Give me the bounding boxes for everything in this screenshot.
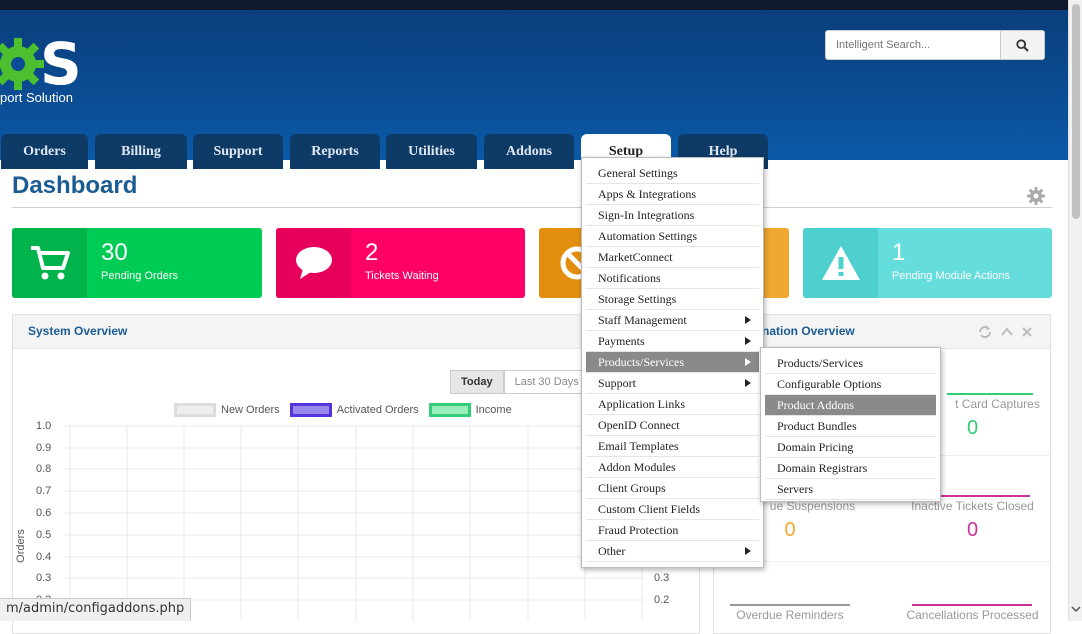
panel-controls [979, 326, 1032, 338]
menu-item-addon-modules[interactable]: Addon Modules [586, 457, 759, 478]
menu-item-general-settings[interactable]: General Settings [586, 163, 759, 184]
menu-item-email-templates[interactable]: Email Templates [586, 436, 759, 457]
y-tick: 0.3 [36, 572, 52, 584]
submenu-arrow-icon [745, 337, 751, 345]
products-services-submenu: Products/Services Configurable Options P… [760, 347, 941, 502]
submenu-arrow-icon [745, 379, 751, 387]
y-tick: 0.8 [36, 463, 52, 475]
menu-item-sign-in-integrations[interactable]: Sign-In Integrations [586, 205, 759, 226]
submenu-item-products-services[interactable]: Products/Services [765, 353, 936, 374]
collapse-icon[interactable] [1001, 327, 1013, 336]
submenu-item-product-addons[interactable]: Product Addons [765, 395, 936, 416]
submenu-item-configurable-options[interactable]: Configurable Options [765, 374, 936, 395]
scroll-down-arrow-icon[interactable] [1071, 604, 1081, 614]
menu-item-client-groups[interactable]: Client Groups [586, 478, 759, 499]
submenu-item-servers[interactable]: Servers [765, 479, 936, 500]
status-bar-url: m/admin/configaddons.php [0, 598, 192, 621]
menu-item-application-links[interactable]: Application Links [586, 394, 759, 415]
submenu-item-domain-registrars[interactable]: Domain Registrars [765, 458, 936, 479]
y-tick: 0.7 [36, 485, 52, 497]
menu-item-other[interactable]: Other [586, 541, 759, 562]
menu-item-automation-settings[interactable]: Automation Settings [586, 226, 759, 247]
close-icon[interactable] [1022, 327, 1032, 337]
menu-item-notifications[interactable]: Notifications [586, 268, 759, 289]
y-axis-label: Orders [14, 529, 27, 563]
y2-tick: 0.2 [654, 594, 670, 606]
auto-inactive-tickets-closed: Inactive Tickets Closed 0 [895, 495, 1050, 542]
submenu-item-product-bundles[interactable]: Product Bundles [765, 416, 936, 437]
menu-item-support[interactable]: Support [586, 373, 759, 394]
submenu-arrow-icon [745, 547, 751, 555]
y-tick: 0.9 [36, 442, 52, 454]
auto-cancellations-processed: Cancellations Processed [895, 604, 1050, 622]
y-tick: 0.5 [36, 529, 52, 541]
auto-overdue-reminders: Overdue Reminders [715, 604, 865, 622]
menu-item-staff-management[interactable]: Staff Management [586, 310, 759, 331]
menu-item-products-services[interactable]: Products/Services [586, 352, 759, 373]
menu-item-openid-connect[interactable]: OpenID Connect [586, 415, 759, 436]
refresh-icon[interactable] [979, 326, 991, 338]
page-scrollbar[interactable] [1068, 0, 1082, 621]
menu-item-apps-integrations[interactable]: Apps & Integrations [586, 184, 759, 205]
submenu-arrow-icon [745, 358, 751, 366]
scrollbar-thumb[interactable] [1072, 4, 1080, 219]
submenu-item-domain-pricing[interactable]: Domain Pricing [765, 437, 936, 458]
y-tick: 0.4 [36, 551, 52, 563]
y2-tick: 0.3 [654, 572, 670, 584]
menu-item-fraud-protection[interactable]: Fraud Protection [586, 520, 759, 541]
menu-item-payments[interactable]: Payments [586, 331, 759, 352]
menu-item-custom-client-fields[interactable]: Custom Client Fields [586, 499, 759, 520]
menu-item-marketconnect[interactable]: MarketConnect [586, 247, 759, 268]
y-tick: 1.0 [36, 420, 52, 432]
y-tick: 0.6 [36, 507, 52, 519]
menu-item-storage-settings[interactable]: Storage Settings [586, 289, 759, 310]
submenu-arrow-icon [745, 316, 751, 324]
setup-dropdown-menu: General Settings Apps & Integrations Sig… [581, 157, 764, 568]
